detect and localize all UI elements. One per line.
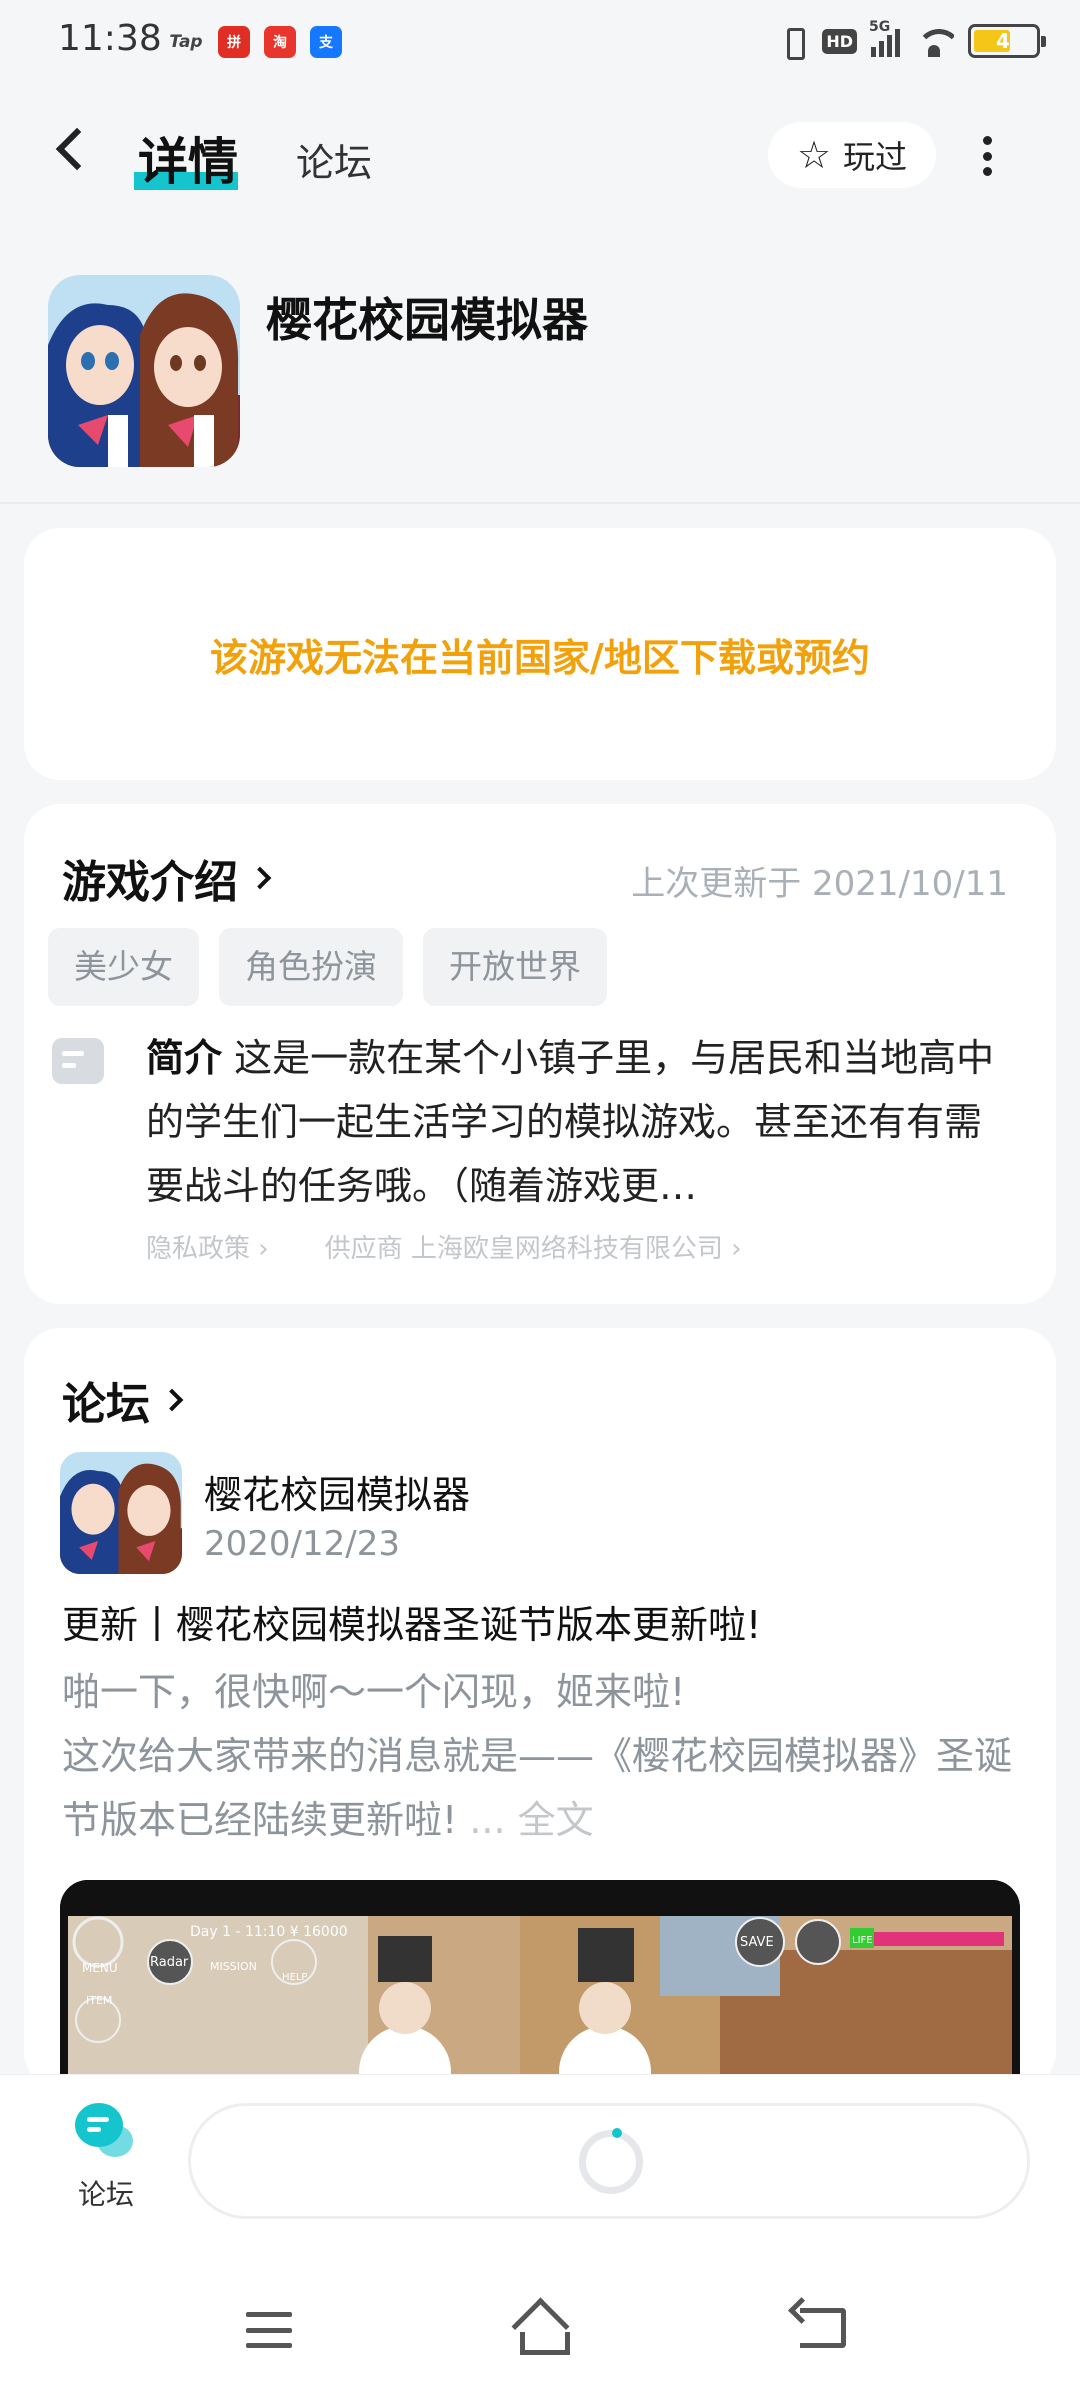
vibrate-icon <box>778 26 808 60</box>
hud-menu-label: MENU <box>82 1961 118 1975</box>
post-author-name[interactable]: 樱花校园模拟器 <box>204 1464 470 1519</box>
played-button-label: 玩过 <box>843 138 908 176</box>
post-date: 2020/12/23 <box>204 1524 400 1564</box>
header-divider <box>0 502 1080 504</box>
tab-forum[interactable]: 论坛 <box>296 132 372 187</box>
intro-section-title[interactable]: 游戏介绍 <box>62 846 272 910</box>
intro-description[interactable]: 简介 这是一款在某个小镇子里，与居民和当地高中的学生们一起生活学习的模拟游戏。甚… <box>146 1026 1016 1218</box>
forum-chat-icon <box>75 2103 137 2159</box>
chevron-right-icon <box>160 1388 184 1412</box>
battery-level: 4 <box>996 29 1010 53</box>
tab-detail-label: 详情 <box>138 133 238 191</box>
pinduoduo-app-icon: 拼 <box>218 26 250 58</box>
hud-help-label: HELP <box>282 1972 307 1983</box>
star-icon: ☆ <box>796 133 832 177</box>
back-icon[interactable] <box>55 127 99 171</box>
description-icon <box>52 1038 104 1084</box>
home-icon[interactable] <box>512 2304 570 2355</box>
forum-section-title[interactable]: 论坛 <box>62 1368 184 1432</box>
primary-action-button[interactable] <box>188 2103 1030 2219</box>
nav-forum-button[interactable]: 论坛 <box>54 2103 158 2213</box>
system-navigation-bar <box>0 2290 1080 2370</box>
tag[interactable]: 美少女 <box>48 928 199 1006</box>
recent-apps-icon[interactable] <box>246 2312 292 2348</box>
hud-day-label: Day 1 - 11:10 ¥ 16000 <box>190 1924 348 1940</box>
alipay-app-icon: 支 <box>310 26 342 58</box>
top-header: 详情 论坛 ☆ 玩过 <box>0 100 1080 210</box>
loading-spinner-icon <box>579 2128 643 2194</box>
post-image[interactable]: MENU Radar MISSION HELP Day 1 - 11:10 ¥ … <box>60 1880 1020 2088</box>
post-body-line: 啪一下，很快啊～一个闪现，姬来啦! <box>62 1670 686 1714</box>
status-app-icons: Tap 拼 淘 支 <box>168 26 342 58</box>
hud-life-label: LIFE <box>852 1935 873 1946</box>
status-bar: 11:38 Tap 拼 淘 支 HD 5G 4 <box>0 0 1080 80</box>
hud-mission-label: MISSION <box>210 1960 257 1973</box>
post-author-avatar[interactable] <box>60 1452 182 1574</box>
tag[interactable]: 开放世界 <box>423 928 607 1006</box>
status-time: 11:38 <box>58 18 162 59</box>
hud-radar-label: Radar <box>150 1955 189 1970</box>
status-indicators: HD 5G 4 <box>778 19 1046 60</box>
tag-list: 美少女 角色扮演 开放世界 <box>48 928 607 1006</box>
network-type-label: 5G <box>869 19 891 35</box>
post-title[interactable]: 更新丨樱花校园模拟器圣诞节版本更新啦! <box>62 1594 761 1649</box>
read-more-link[interactable]: ... 全文 <box>469 1798 593 1842</box>
game-app-icon <box>48 275 240 467</box>
region-notice-text: 该游戏无法在当前国家/地区下载或预约 <box>210 635 870 680</box>
intro-label: 简介 <box>146 1036 223 1080</box>
game-title: 樱花校园模拟器 <box>266 293 588 347</box>
last-updated: 上次更新于 2021/10/11 <box>631 864 1008 904</box>
battery-icon: 4 <box>968 24 1046 58</box>
more-options-icon[interactable] <box>982 136 992 176</box>
game-intro-card: 游戏介绍 上次更新于 2021/10/11 美少女 角色扮演 开放世界 简介 这… <box>24 804 1056 1304</box>
played-button[interactable]: ☆ 玩过 <box>768 122 936 188</box>
nav-forum-label: 论坛 <box>77 2178 134 2211</box>
hud-save-label: SAVE <box>740 1935 774 1950</box>
region-notice-card: 该游戏无法在当前国家/地区下载或预约 <box>24 528 1056 780</box>
tab-detail[interactable]: 详情 <box>138 122 238 194</box>
tag[interactable]: 角色扮演 <box>219 928 403 1006</box>
hd-badge: HD <box>822 28 857 54</box>
wifi-icon <box>914 25 954 57</box>
supplier-link[interactable]: 供应商 上海欧皇网络科技有限公司 › <box>325 1228 742 1265</box>
signal-icon: 5G <box>869 19 900 57</box>
hud-item-label: ITEM <box>86 1994 112 2007</box>
forum-card: 论坛 樱花校园模拟器 2020/12/23 更新丨樱花校园模拟器圣诞节版本更新啦… <box>24 1328 1056 2088</box>
taobao-app-icon: 淘 <box>264 26 296 58</box>
taptap-app-icon: Tap <box>169 32 203 52</box>
intro-title-label: 游戏介绍 <box>62 857 238 908</box>
system-back-icon[interactable] <box>800 2308 846 2348</box>
forum-title-label: 论坛 <box>62 1379 150 1430</box>
intro-text: 这是一款在某个小镇子里，与居民和当地高中的学生们一起生活学习的模拟游戏。甚至还有… <box>146 1036 995 1208</box>
post-body[interactable]: 啪一下，很快啊～一个闪现，姬来啦! 这次给大家带来的消息就是——《樱花校园模拟器… <box>62 1660 1022 1852</box>
chevron-right-icon <box>248 866 272 890</box>
intro-links: 隐私政策 › 供应商 上海欧皇网络科技有限公司 › <box>146 1228 742 1265</box>
privacy-policy-link[interactable]: 隐私政策 › <box>146 1228 269 1265</box>
